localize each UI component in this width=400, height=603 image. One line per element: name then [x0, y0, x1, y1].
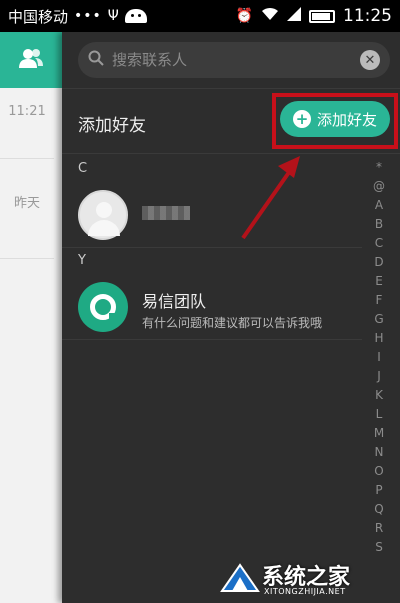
index-letter[interactable]: B — [375, 215, 383, 234]
divider — [0, 158, 54, 159]
index-letter[interactable]: M — [374, 424, 384, 443]
index-letter[interactable]: I — [377, 348, 381, 367]
index-letter[interactable]: Q — [374, 500, 383, 519]
search-row: ✕ — [62, 32, 400, 88]
carrier-name: 中国移动 — [8, 7, 69, 26]
index-letter[interactable]: * — [376, 158, 382, 177]
index-letter[interactable]: K — [375, 386, 383, 405]
divider — [0, 258, 54, 259]
index-letter[interactable]: @ — [373, 177, 385, 196]
contacts-icon — [18, 47, 44, 73]
index-letter[interactable]: L — [376, 405, 383, 424]
default-avatar-icon — [78, 190, 128, 240]
index-letter[interactable]: S — [375, 538, 383, 557]
index-letter[interactable]: F — [376, 291, 383, 310]
index-letter[interactable]: A — [375, 196, 383, 215]
battery-icon — [309, 9, 335, 23]
clear-icon[interactable]: ✕ — [360, 50, 380, 70]
index-letter[interactable]: D — [374, 253, 383, 272]
index-letter[interactable]: G — [374, 310, 383, 329]
alphabet-index[interactable]: * @ A B C D E F G H I J K L M N O P Q R S — [364, 158, 394, 557]
contacts-panel: ✕ 添加好友 + 添加好友 C Y 易信团队 有什么问题和建议都可以告诉我哦 *… — [62, 32, 400, 603]
add-friend-button-label: 添加好友 — [316, 110, 377, 129]
add-friend-title: 添加好友 — [78, 116, 146, 136]
index-letter[interactable]: R — [375, 519, 383, 538]
search-box[interactable]: ✕ — [78, 42, 390, 78]
wifi-icon — [261, 7, 279, 25]
index-letter[interactable]: J — [377, 367, 381, 386]
index-letter[interactable]: E — [375, 272, 383, 291]
status-bar: 中国移动 ••• Ψ ⏰ 11:25 — [0, 0, 400, 32]
cell-signal-icon — [287, 7, 301, 25]
clock: 11:25 — [343, 6, 392, 26]
android-icon — [124, 9, 147, 23]
index-letter[interactable]: N — [375, 443, 384, 462]
index-letter[interactable]: O — [374, 462, 383, 481]
index-letter[interactable]: P — [375, 481, 382, 500]
watermark-logo — [220, 563, 260, 592]
contact-row[interactable] — [62, 182, 362, 248]
add-friend-bar: 添加好友 + 添加好友 — [62, 88, 400, 154]
section-header-c: C — [78, 161, 88, 176]
search-icon — [88, 50, 104, 70]
conversation-time-1: 11:21 — [8, 104, 46, 119]
alarm-icon: ⏰ — [235, 8, 253, 24]
watermark: 系统之家 XITONGZHIJIA.NET — [220, 557, 396, 601]
plus-icon: + — [292, 110, 311, 128]
contact-row[interactable]: 易信团队 有什么问题和建议都可以告诉我哦 — [62, 274, 362, 340]
search-input[interactable] — [112, 51, 360, 69]
watermark-url: XITONGZHIJIA.NET — [264, 587, 346, 596]
section-header-y: Y — [78, 253, 86, 268]
left-strip: 11:21 昨天 — [0, 32, 62, 603]
contact-subtitle: 有什么问题和建议都可以告诉我哦 — [142, 316, 323, 330]
yixin-logo-icon — [78, 282, 128, 332]
signal-dots: ••• — [74, 8, 102, 24]
contacts-tab[interactable] — [0, 32, 62, 88]
index-letter[interactable]: H — [374, 329, 383, 348]
contact-name-obscured — [142, 206, 190, 220]
contact-name: 易信团队 — [142, 292, 207, 311]
conversation-time-2: 昨天 — [13, 196, 40, 211]
usb-icon: Ψ — [107, 8, 119, 24]
index-letter[interactable]: C — [375, 234, 383, 253]
add-friend-button[interactable]: + 添加好友 — [280, 101, 390, 137]
